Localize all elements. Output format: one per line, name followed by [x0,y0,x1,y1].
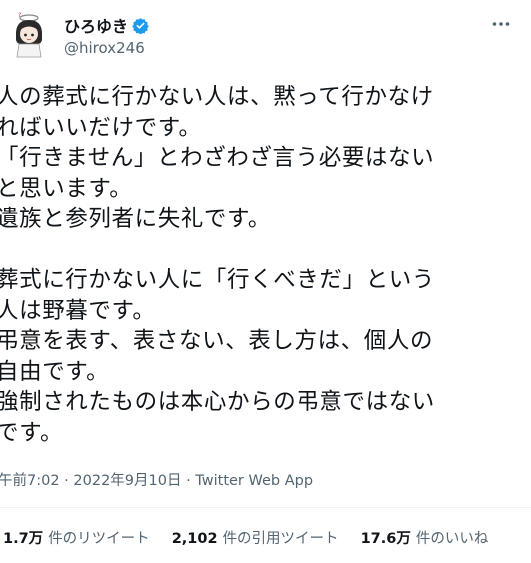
quotes-stat[interactable]: 2,102 件の引用ツイート [172,527,339,548]
meta-separator: · [59,473,74,489]
retweets-label: 件のリツイート [48,531,150,547]
tweet-meta: 午前7:02 · 2022年9月10日 · Twitter Web App [0,469,313,490]
tweet-line: 強制されたものは本心からの弔意ではない [0,389,435,415]
tweet-time[interactable]: 午前7:02 [0,473,60,489]
divider [0,507,531,508]
tweet-line: 弔意を表す、表さない、表し方は、個人の [0,328,434,354]
tweet-line: 「行きません」とわざわざ言う必要はない [0,145,435,171]
retweets-count: 1.7万 [3,531,44,547]
tweet-stats: 1.7万 件のリツイート 2,102 件の引用ツイート 17.6万 件のいいね [3,527,510,548]
meta-separator: · [181,473,196,489]
tweet-line: です。 [0,419,64,446]
retweets-stat[interactable]: 1.7万 件のリツイート [3,527,150,548]
avatar[interactable]: ? [7,10,51,58]
tweet-line [0,235,516,266]
quotes-count: 2,102 [171,531,218,547]
svg-text:?: ? [18,12,21,19]
likes-label: 件のいいね [415,531,489,547]
tweet-line: と思います。 [0,175,133,202]
author-name-row[interactable]: ひろゆき [64,13,149,37]
tweet-text: 人の葬式に行かない人は、黙って行かなけ ればいいだけです。 「行きません」とわざ… [0,82,516,448]
tweet-line: 人の葬式に行かない人は、黙って行かなけ [0,84,434,110]
tweet-source-app[interactable]: Twitter Web App [195,473,313,489]
tweet-line: 遺族と参列者に失礼です。 [0,206,271,232]
likes-count: 17.6万 [360,531,411,547]
tweet-line: 葬式に行かない人に「行くべきだ」という [0,267,435,293]
tweet-line: 自由です。 [0,358,110,385]
likes-stat[interactable]: 17.6万 件のいいね [361,527,489,548]
more-horizontal-icon[interactable] [491,14,511,34]
author-handle[interactable]: @hirox246 [64,39,145,57]
tweet-date[interactable]: 2022年9月10日 [73,473,181,489]
verified-badge-icon [132,17,149,35]
quotes-label: 件の引用ツイート [222,531,339,547]
tweet-line: 人は野暮です。 [0,297,156,324]
author-name[interactable]: ひろゆき [64,13,128,37]
tweet-line: ればいいだけです。 [0,114,202,141]
